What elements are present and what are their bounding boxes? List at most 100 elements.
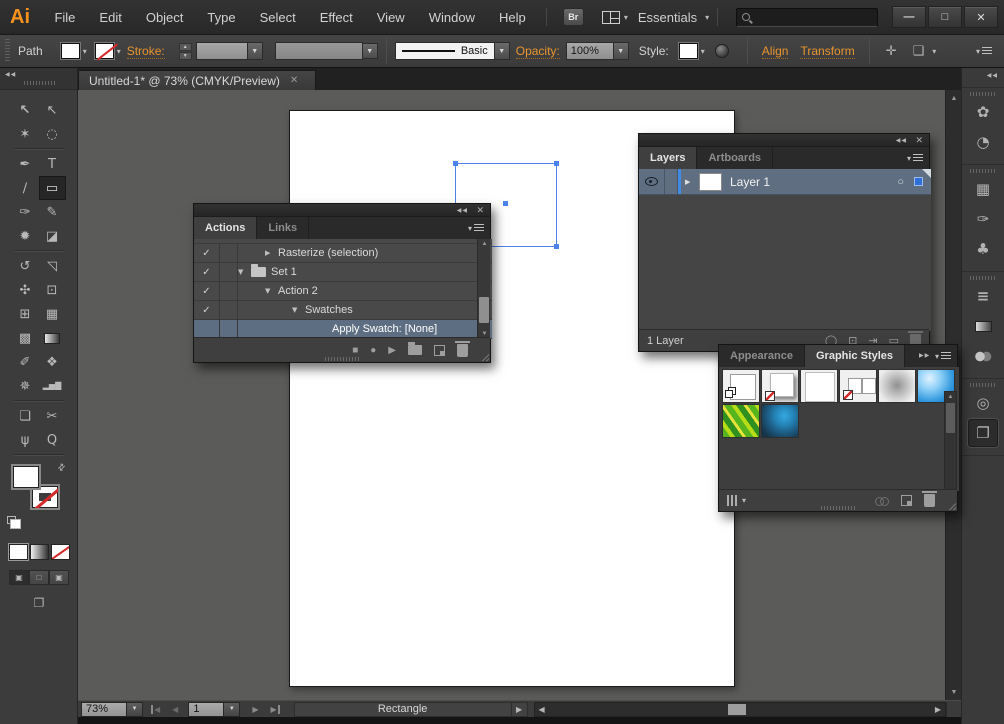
menu-file[interactable]: File xyxy=(42,6,87,29)
appearance-panel-button[interactable]: ◎ xyxy=(968,389,998,417)
swatches-panel-button[interactable]: ▦ xyxy=(968,175,998,203)
brush-definition-dropdown[interactable]: ▼ xyxy=(495,42,510,60)
zoom-level-field[interactable]: 73% xyxy=(81,702,127,717)
perspective-grid-tool[interactable]: ▦ xyxy=(39,302,66,326)
minimize-button[interactable]: — xyxy=(892,6,926,28)
graphic-style-default[interactable] xyxy=(722,369,760,403)
close-document-icon[interactable]: ✕ xyxy=(290,75,298,86)
dock-group-gripper[interactable] xyxy=(970,92,996,96)
action-row[interactable]: ✓▶Rasterize (selection) xyxy=(194,244,492,263)
graphic-style-split-none[interactable] xyxy=(839,369,877,403)
stroke-color-swatch[interactable] xyxy=(95,43,114,59)
bridge-button[interactable]: Br xyxy=(563,8,584,26)
expand-panel-icon[interactable]: ◀◀ xyxy=(918,352,929,359)
maximize-button[interactable]: □ xyxy=(928,6,962,28)
next-artboard-button[interactable]: ▶ xyxy=(246,705,264,714)
draw-inside-button[interactable]: ▣ xyxy=(49,570,69,585)
shape-builder-tool[interactable]: ⊞ xyxy=(12,302,39,326)
zoom-tool[interactable]: Q xyxy=(39,428,66,452)
rectangle-tool[interactable]: ▭ xyxy=(39,176,66,200)
magic-wand-tool[interactable]: ✶ xyxy=(12,122,39,146)
mesh-tool[interactable]: ▩ xyxy=(12,326,39,350)
selection-handle[interactable] xyxy=(453,161,458,166)
selection-tool[interactable]: ↖ xyxy=(12,98,39,122)
tab-layers[interactable]: Layers xyxy=(639,147,697,169)
control-bar-gripper[interactable] xyxy=(5,39,10,63)
action-toggle-cell[interactable]: ✓ xyxy=(194,301,220,319)
first-artboard-button[interactable]: ◀ xyxy=(151,705,166,714)
stroke-weight-field[interactable] xyxy=(196,42,248,60)
action-row[interactable]: ✓▼Set 1 xyxy=(194,263,492,282)
layer-row[interactable]: ▶ Layer 1 ○ xyxy=(639,169,931,195)
panel-menu-icon[interactable] xyxy=(468,224,484,233)
draw-normal-button[interactable]: ▣ xyxy=(9,570,29,585)
horizontal-scroll-thumb[interactable] xyxy=(728,704,746,715)
menu-select[interactable]: Select xyxy=(248,6,308,29)
transparency-panel-button[interactable] xyxy=(968,342,998,370)
layer-name[interactable]: Layer 1 xyxy=(730,175,897,189)
arrange-documents-button[interactable]: ▾ xyxy=(602,11,628,24)
new-graphic-style-button[interactable] xyxy=(901,495,912,506)
paintbrush-tool[interactable]: ✑ xyxy=(12,200,39,224)
symbol-sprayer-tool[interactable]: ✵ xyxy=(12,374,39,398)
graphic-style-soft-gray[interactable] xyxy=(878,369,916,403)
menu-effect[interactable]: Effect xyxy=(308,6,365,29)
control-panel-menu-icon[interactable] xyxy=(976,47,992,56)
none-button[interactable] xyxy=(51,544,70,560)
free-transform-tool[interactable]: ⊡ xyxy=(39,278,66,302)
fill-swatch[interactable] xyxy=(11,464,41,490)
menu-window[interactable]: Window xyxy=(417,6,487,29)
action-dialog-cell[interactable] xyxy=(220,320,238,338)
search-input[interactable] xyxy=(736,8,878,27)
action-dialog-cell[interactable] xyxy=(220,282,238,300)
delete-action-icon[interactable] xyxy=(457,344,468,357)
fill-color-swatch[interactable] xyxy=(61,43,80,59)
stepper-down-icon[interactable]: ▼ xyxy=(179,52,192,60)
scroll-right-icon[interactable]: ▶ xyxy=(931,703,945,716)
tab-links[interactable]: Links xyxy=(257,217,309,239)
rotate-tool[interactable]: ↺ xyxy=(12,254,39,278)
lasso-tool[interactable]: ◌ xyxy=(39,122,66,146)
chevron-down-icon[interactable]: ▾ xyxy=(83,47,87,56)
eyedropper-tool[interactable]: ✐ xyxy=(12,350,39,374)
expand-panels-icon[interactable]: ◀◀ xyxy=(987,72,998,79)
collapse-panel-icon[interactable]: ◀◀ xyxy=(457,207,468,214)
panel-menu-icon[interactable] xyxy=(935,352,951,361)
break-link-icon[interactable] xyxy=(875,497,889,505)
align-panel-link[interactable]: Align xyxy=(762,44,789,59)
graphic-style-swatch[interactable] xyxy=(679,43,698,59)
scroll-up-icon[interactable]: ▲ xyxy=(945,392,956,402)
draw-behind-button[interactable]: □ xyxy=(29,570,49,585)
action-dialog-cell[interactable] xyxy=(220,263,238,281)
eraser-tool[interactable]: ◪ xyxy=(39,224,66,248)
expand-layer-icon[interactable]: ▶ xyxy=(685,178,699,186)
scroll-thumb[interactable] xyxy=(479,297,489,323)
panel-gripper[interactable] xyxy=(325,357,359,361)
dock-group-gripper[interactable] xyxy=(970,383,996,387)
create-new-action-icon[interactable] xyxy=(434,345,445,356)
chevron-down-icon[interactable]: ▾ xyxy=(932,47,936,56)
symbols-panel-button[interactable]: ♣ xyxy=(968,235,998,263)
scroll-up-icon[interactable]: ▲ xyxy=(946,91,962,105)
select-similar-objects-icon[interactable]: ✛ xyxy=(886,43,897,59)
opacity-panel-link[interactable]: Opacity: xyxy=(516,44,560,59)
tab-artboards[interactable]: Artboards xyxy=(697,147,773,169)
menu-edit[interactable]: Edit xyxy=(87,6,133,29)
opacity-dropdown[interactable]: ▼ xyxy=(614,42,629,60)
scroll-left-icon[interactable]: ◀ xyxy=(535,703,549,716)
tab-graphic-styles[interactable]: Graphic Styles xyxy=(805,345,905,367)
action-toggle-cell[interactable]: ✓ xyxy=(194,263,220,281)
menu-view[interactable]: View xyxy=(365,6,417,29)
begin-recording-button[interactable]: ● xyxy=(370,345,376,356)
width-tool[interactable]: ✣ xyxy=(12,278,39,302)
type-tool[interactable]: T xyxy=(39,152,66,176)
brush-definition-field[interactable]: Basic xyxy=(395,42,495,60)
style-libraries-button[interactable]: ▾ xyxy=(727,495,746,506)
scroll-up-icon[interactable]: ▲ xyxy=(478,239,491,249)
layers-panel-header[interactable]: ◀◀ ✕ xyxy=(639,134,929,147)
graphic-style-white-fill[interactable] xyxy=(800,369,838,403)
graphic-style-blue-swirl[interactable] xyxy=(761,404,799,438)
brushes-panel-button[interactable]: ✑ xyxy=(968,205,998,233)
play-selection-button[interactable]: ▶ xyxy=(388,345,396,356)
collapse-panel-icon[interactable]: ◀◀ xyxy=(896,137,907,144)
